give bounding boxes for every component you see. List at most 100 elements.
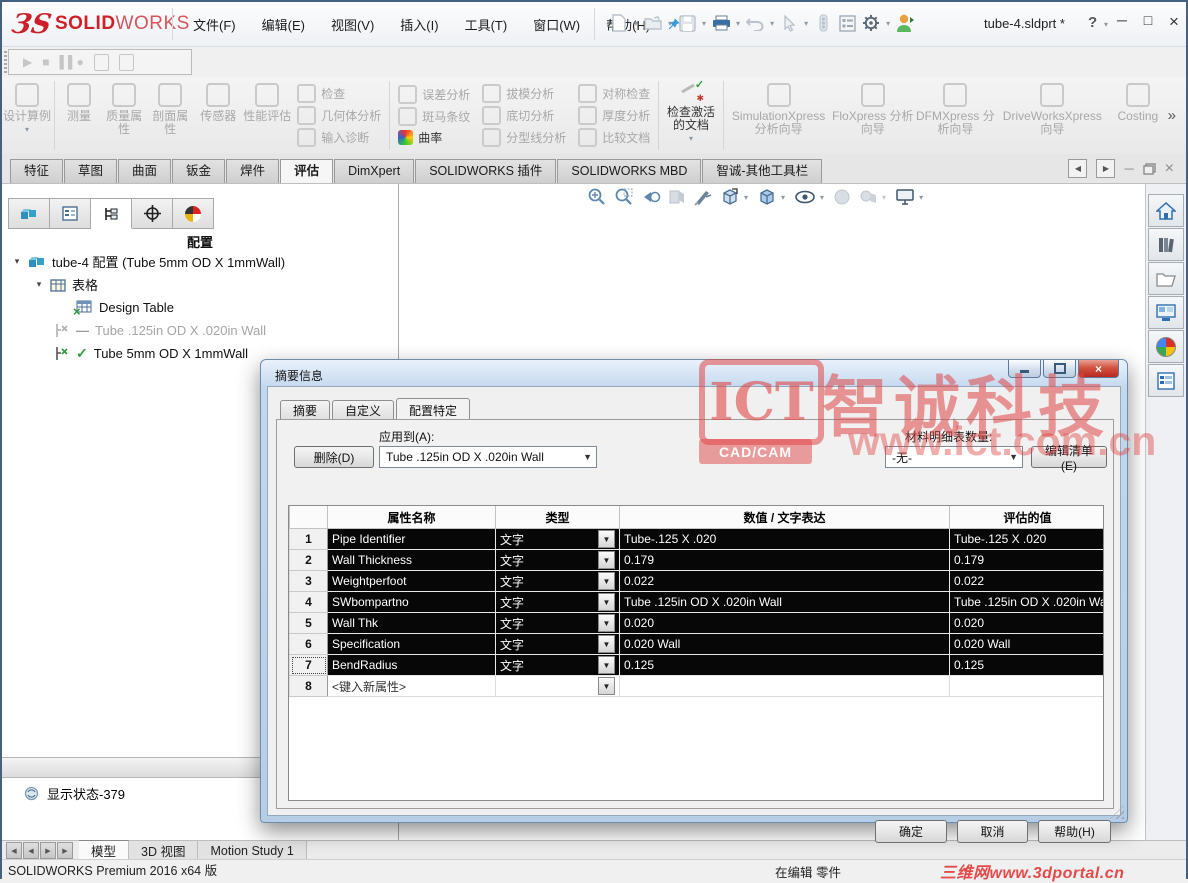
- compare-documents-button[interactable]: 比较文档: [578, 128, 650, 147]
- thickness-analysis-button[interactable]: 厚度分析: [578, 106, 650, 125]
- parting-line-analysis-button[interactable]: 分型线分析: [482, 128, 566, 147]
- symmetry-check-button[interactable]: 对称检查: [578, 84, 650, 103]
- doc-close-button[interactable]: ×: [1165, 160, 1174, 178]
- type-cell[interactable]: 文字▼: [496, 592, 620, 613]
- menu-insert[interactable]: 插入(I): [387, 9, 451, 40]
- ribbon-overflow-icon[interactable]: »: [1168, 107, 1176, 124]
- row-number-focused[interactable]: 7: [290, 655, 328, 676]
- file-explorer-button[interactable]: [1148, 262, 1184, 295]
- property-name-cell[interactable]: Wall Thk: [328, 613, 496, 634]
- doc-forward-icon[interactable]: ▶: [1096, 159, 1115, 178]
- tree-tables-folder[interactable]: ▾ 表格: [2, 273, 398, 296]
- sensors-button[interactable]: 传感器: [193, 77, 243, 154]
- cancel-button[interactable]: 取消: [957, 820, 1028, 843]
- help-caret-icon[interactable]: ▾: [1102, 20, 1110, 29]
- apply-scene-icon[interactable]: ▾: [858, 188, 888, 206]
- expander-icon[interactable]: ▾: [12, 256, 22, 267]
- menu-file[interactable]: 文件(F): [180, 9, 249, 40]
- expander-icon[interactable]: ▾: [34, 279, 44, 290]
- prev-tab-icon[interactable]: ◀: [23, 842, 39, 859]
- property-name-cell[interactable]: <键入新属性>: [328, 676, 496, 697]
- type-cell[interactable]: 文字▼: [496, 655, 620, 676]
- delete-button[interactable]: 删除(D): [294, 446, 374, 468]
- next-tab-icon[interactable]: ▶: [40, 842, 56, 859]
- open-caret-icon[interactable]: ▾: [666, 19, 674, 28]
- deviation-analysis-button[interactable]: 误差分析: [398, 85, 470, 104]
- property-name-cell[interactable]: Pipe Identifier: [328, 529, 496, 550]
- row-number[interactable]: 2: [290, 550, 328, 571]
- tab-sheet-metal[interactable]: 钣金: [172, 159, 225, 183]
- value-cell[interactable]: 0.022: [620, 571, 950, 592]
- value-cell[interactable]: 0.020: [620, 613, 950, 634]
- dialog-minimize-button[interactable]: [1008, 360, 1041, 378]
- save-caret-icon[interactable]: ▾: [700, 19, 708, 28]
- new-caret-icon[interactable]: ▾: [632, 19, 640, 28]
- type-cell[interactable]: 文字▼: [496, 571, 620, 592]
- undo-icon[interactable]: [744, 12, 766, 34]
- tab-evaluate[interactable]: 评估: [280, 159, 333, 183]
- previous-view-icon[interactable]: [641, 188, 661, 206]
- type-cell[interactable]: ▼: [496, 676, 620, 697]
- menu-edit[interactable]: 编辑(E): [249, 9, 318, 40]
- last-tab-icon[interactable]: ▶: [57, 842, 73, 859]
- row-number[interactable]: 8: [290, 676, 328, 697]
- view-orientation-icon[interactable]: ▾: [720, 187, 750, 207]
- edit-appearance-icon[interactable]: [833, 188, 851, 206]
- zoom-to-area-icon[interactable]: [614, 187, 634, 207]
- custom-properties-button[interactable]: [1148, 364, 1184, 397]
- print-icon[interactable]: [710, 12, 732, 34]
- measure-button[interactable]: 测量: [57, 77, 101, 154]
- design-study-button[interactable]: 设计算例 ▾: [2, 77, 52, 154]
- toolbar-grip[interactable]: [4, 51, 7, 73]
- type-cell[interactable]: 文字▼: [496, 529, 620, 550]
- tab-3d-views[interactable]: 3D 视图: [129, 841, 198, 860]
- tab-features[interactable]: 特征: [10, 159, 63, 183]
- tree-design-table[interactable]: × Design Table: [2, 296, 398, 319]
- value-cell[interactable]: 0.179: [620, 550, 950, 571]
- dfmxpress-button[interactable]: DFMXpress 分析向导: [914, 77, 997, 154]
- new-document-icon[interactable]: [608, 12, 630, 34]
- view-palette-button[interactable]: [1148, 296, 1184, 329]
- zebra-stripes-button[interactable]: 斑马条纹: [398, 107, 470, 126]
- check-button[interactable]: 检查: [297, 84, 381, 103]
- property-name-cell[interactable]: Weightperfoot: [328, 571, 496, 592]
- row-number[interactable]: 5: [290, 613, 328, 634]
- user-avatar[interactable]: [894, 12, 916, 34]
- tab-sketch[interactable]: 草图: [64, 159, 117, 183]
- performance-evaluation-button[interactable]: 性能评估: [243, 77, 291, 154]
- appearances-button[interactable]: [1148, 330, 1184, 363]
- help-icon[interactable]: ?: [1088, 14, 1097, 31]
- property-name-cell[interactable]: Specification: [328, 634, 496, 655]
- minimize-button[interactable]: ─: [1114, 12, 1130, 32]
- row-number[interactable]: 1: [290, 529, 328, 550]
- row-number[interactable]: 3: [290, 571, 328, 592]
- value-cell[interactable]: Tube-.125 X .020: [620, 529, 950, 550]
- save-icon[interactable]: [676, 12, 698, 34]
- tab-solidworks-addins[interactable]: SOLIDWORKS 插件: [415, 159, 556, 183]
- type-cell[interactable]: 文字▼: [496, 634, 620, 655]
- zoom-to-fit-icon[interactable]: [587, 187, 607, 207]
- value-cell[interactable]: [620, 676, 950, 697]
- ok-button[interactable]: 确定: [875, 820, 947, 843]
- doc-back-icon[interactable]: ◀: [1068, 159, 1087, 178]
- help-button[interactable]: 帮助(H): [1038, 820, 1111, 843]
- type-cell[interactable]: 文字▼: [496, 613, 620, 634]
- dialog-close-button[interactable]: ×: [1078, 360, 1119, 378]
- displaymanager-tab[interactable]: [173, 198, 214, 229]
- options-caret-icon[interactable]: ▾: [884, 19, 892, 28]
- tab-dimxpert[interactable]: DimXpert: [334, 159, 414, 183]
- undercut-analysis-button[interactable]: 底切分析: [482, 106, 566, 125]
- property-name-cell[interactable]: BendRadius: [328, 655, 496, 676]
- menu-window[interactable]: 窗口(W): [520, 9, 593, 40]
- display-style-icon[interactable]: ▾: [757, 187, 787, 207]
- import-diagnostics-button[interactable]: 输入诊断: [297, 128, 381, 147]
- row-number[interactable]: 4: [290, 592, 328, 613]
- doc-minimize-button[interactable]: ─: [1124, 161, 1133, 176]
- dimxpertmanager-tab[interactable]: [132, 198, 173, 229]
- featuremanager-tab[interactable]: [8, 198, 50, 229]
- type-cell[interactable]: 文字▼: [496, 550, 620, 571]
- property-name-cell[interactable]: SWbompartno: [328, 592, 496, 613]
- curvature-button[interactable]: 曲率: [398, 129, 470, 146]
- tree-root-configurations[interactable]: ▾ tube-4 配置 (Tube 5mm OD X 1mmWall): [2, 250, 398, 273]
- macro-pause-record-icon[interactable]: ▌▌●: [59, 55, 83, 69]
